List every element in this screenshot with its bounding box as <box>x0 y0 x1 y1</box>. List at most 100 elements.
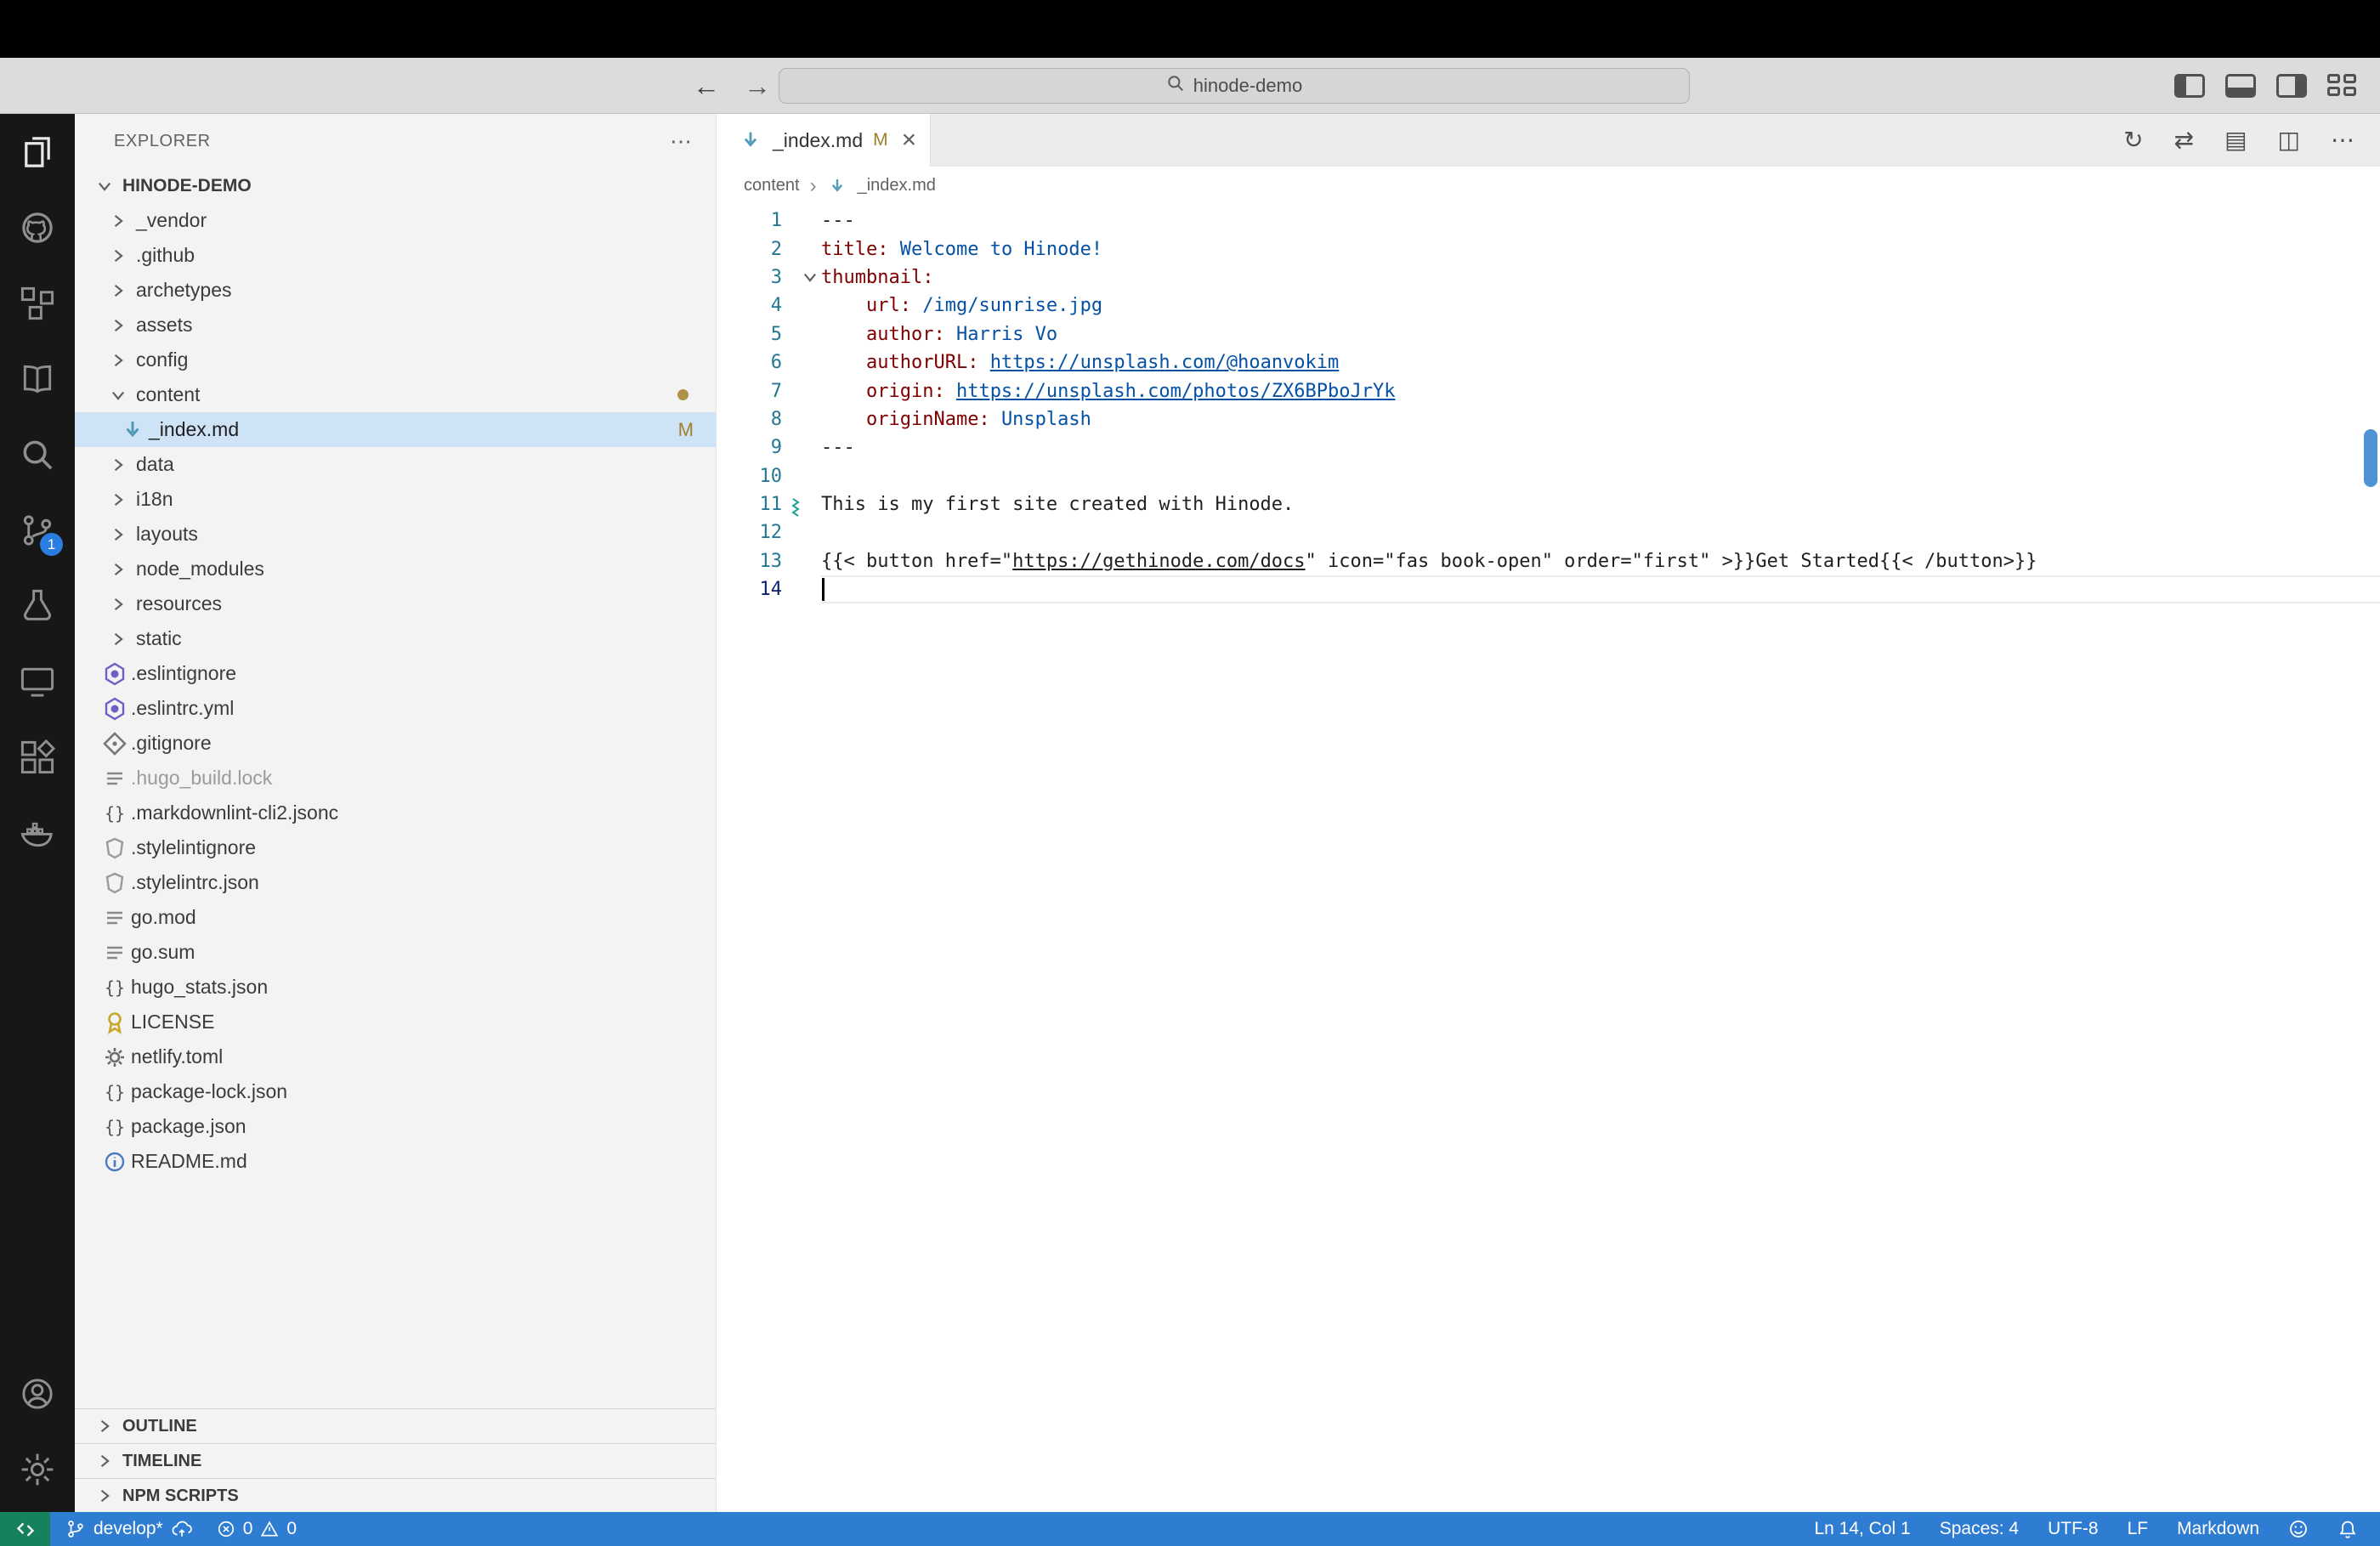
bell-icon[interactable] <box>2338 1519 2358 1539</box>
status-item-spaces-4[interactable]: Spaces: 4 <box>1940 1519 2019 1539</box>
tree-folder-.github[interactable]: .github <box>75 238 716 273</box>
code-line-11[interactable]: 11This is my first site created with Hin… <box>717 490 2380 518</box>
tree-item-label: node_modules <box>136 558 264 580</box>
tree-folder-assets[interactable]: assets <box>75 308 716 343</box>
problems-status[interactable]: 0 0 <box>217 1519 297 1539</box>
tree-file-go.sum[interactable]: go.sum <box>75 935 716 970</box>
code-line-12[interactable]: 12 <box>717 518 2380 546</box>
tree-folder-_vendor[interactable]: _vendor <box>75 203 716 238</box>
extensions-icon[interactable] <box>0 719 75 795</box>
tree-folder-node_modules[interactable]: node_modules <box>75 552 716 586</box>
panel-label: NPM SCRIPTS <box>122 1487 239 1506</box>
breadcrumb-folder[interactable]: content <box>744 176 800 195</box>
chevron-right-icon <box>95 1452 114 1470</box>
tree-file-package.json[interactable]: {}package.json <box>75 1109 716 1144</box>
tree-root-hinode-demo[interactable]: HINODE-DEMO <box>75 168 716 203</box>
account-icon[interactable] <box>0 1356 75 1431</box>
status-item-lf[interactable]: LF <box>2128 1519 2149 1539</box>
more-actions-icon[interactable]: ⋯ <box>670 128 692 155</box>
compare-icon[interactable]: ⇄ <box>2174 126 2194 154</box>
toggle-secondary-sidebar-icon[interactable] <box>2276 74 2307 98</box>
tree-folder-resources[interactable]: resources <box>75 586 716 621</box>
remote-explorer-icon[interactable] <box>0 643 75 719</box>
svg-text:{}: {} <box>105 803 125 824</box>
tree-file-.markdownlint-cli2.jsonc[interactable]: {}.markdownlint-cli2.jsonc <box>75 796 716 830</box>
tree-file-README.md[interactable]: README.md <box>75 1144 716 1179</box>
tree-file-go.mod[interactable]: go.mod <box>75 900 716 935</box>
source-control-icon[interactable]: 1 <box>0 492 75 568</box>
more-actions-icon[interactable]: ⋯ <box>2331 126 2354 154</box>
code-line-1[interactable]: 1--- <box>717 207 2380 235</box>
code-line-9[interactable]: 9--- <box>717 433 2380 462</box>
panel-timeline[interactable]: TIMELINE <box>75 1443 716 1478</box>
tree-folder-i18n[interactable]: i18n <box>75 482 716 517</box>
branch-status[interactable]: develop* <box>65 1518 193 1540</box>
line-number: 11 <box>717 494 821 515</box>
code-line-13[interactable]: 13{{< button href="https://gethinode.com… <box>717 547 2380 575</box>
code-line-3[interactable]: 3thumbnail: <box>717 263 2380 292</box>
warning-count: 0 <box>286 1519 297 1539</box>
tree-file-.eslintignore[interactable]: .eslintignore <box>75 656 716 691</box>
fold-chevron-icon[interactable] <box>801 268 819 286</box>
tree-file-.gitignore[interactable]: .gitignore <box>75 726 716 761</box>
code-editor[interactable]: 1---2title: Welcome to Hinode!3thumbnail… <box>717 205 2380 1512</box>
panel-outline[interactable]: OUTLINE <box>75 1408 716 1443</box>
scrollbar-thumb[interactable] <box>2364 429 2377 487</box>
tree-file-netlify.toml[interactable]: netlify.toml <box>75 1039 716 1074</box>
remote-indicator[interactable] <box>0 1512 50 1546</box>
settings-icon[interactable] <box>0 1431 75 1507</box>
code-line-2[interactable]: 2title: Welcome to Hinode! <box>717 235 2380 263</box>
toggle-sidebar-icon[interactable] <box>2174 74 2205 98</box>
line-number: 4 <box>717 295 821 316</box>
status-item-utf-8[interactable]: UTF-8 <box>2048 1519 2099 1539</box>
close-icon[interactable]: × <box>902 127 917 153</box>
tree-file-hugo_stats.json[interactable]: {}hugo_stats.json <box>75 970 716 1005</box>
tree-file-.eslintrc.yml[interactable]: .eslintrc.yml <box>75 691 716 726</box>
tree-folder-static[interactable]: static <box>75 621 716 656</box>
tree-folder-data[interactable]: data <box>75 447 716 482</box>
breadcrumb-file[interactable]: _index.md <box>858 176 936 195</box>
layout-grid-icon[interactable] <box>2327 74 2358 98</box>
tree-file-LICENSE[interactable]: LICENSE <box>75 1005 716 1039</box>
code-line-14[interactable]: 14 <box>717 575 2380 603</box>
infrastructure-icon[interactable] <box>0 265 75 341</box>
chevron-right-icon <box>109 351 128 370</box>
status-item-markdown[interactable]: Markdown <box>2177 1519 2259 1539</box>
tree-file-.hugo_build.lock[interactable]: .hugo_build.lock <box>75 761 716 796</box>
split-editor-icon[interactable]: ◫ <box>2278 126 2300 154</box>
forward-button[interactable]: → <box>744 71 771 102</box>
docs-book-icon[interactable] <box>0 341 75 416</box>
code-line-5[interactable]: 5 author: Harris Vo <box>717 320 2380 348</box>
tree-file-package-lock.json[interactable]: {}package-lock.json <box>75 1074 716 1109</box>
code-line-4[interactable]: 4 url: /img/sunrise.jpg <box>717 292 2380 320</box>
code-line-8[interactable]: 8 originName: Unsplash <box>717 405 2380 433</box>
code-line-7[interactable]: 7 origin: https://unsplash.com/photos/ZX… <box>717 377 2380 405</box>
chevron-right-icon <box>109 490 128 509</box>
toggle-panel-icon[interactable] <box>2225 74 2256 98</box>
tree-folder-layouts[interactable]: layouts <box>75 517 716 552</box>
tree-folder-archetypes[interactable]: archetypes <box>75 273 716 308</box>
github-icon[interactable] <box>0 190 75 265</box>
docker-icon[interactable] <box>0 795 75 870</box>
preview-icon[interactable]: ▤ <box>2224 126 2247 154</box>
back-button[interactable]: ← <box>693 71 720 102</box>
tree-file-.stylelintrc.json[interactable]: .stylelintrc.json <box>75 865 716 900</box>
tree-folder-config[interactable]: config <box>75 343 716 377</box>
tab-index-md[interactable]: _index.md M × <box>717 114 931 167</box>
panel-npm-scripts[interactable]: NPM SCRIPTS <box>75 1478 716 1512</box>
braces-icon: {} <box>100 1079 129 1105</box>
file-tree: _vendor.githubarchetypesassetsconfigcont… <box>75 203 716 1179</box>
status-item-ln-14-col-1[interactable]: Ln 14, Col 1 <box>1814 1519 1910 1539</box>
testing-icon[interactable] <box>0 568 75 643</box>
feedback-icon[interactable] <box>2288 1519 2309 1539</box>
history-icon[interactable]: ↻ <box>2123 126 2143 154</box>
tree-file-.stylelintignore[interactable]: .stylelintignore <box>75 830 716 865</box>
code-line-6[interactable]: 6 authorURL: https://unsplash.com/@hoanv… <box>717 348 2380 377</box>
command-center-search[interactable]: hinode-demo <box>779 68 1690 104</box>
search-icon[interactable] <box>0 416 75 492</box>
explorer-icon[interactable] <box>0 114 75 190</box>
code-line-10[interactable]: 10 <box>717 462 2380 490</box>
tree-file-_index.md[interactable]: _index.mdM <box>75 412 716 447</box>
menu-bar <box>0 0 2380 58</box>
tree-folder-content[interactable]: content <box>75 377 716 412</box>
